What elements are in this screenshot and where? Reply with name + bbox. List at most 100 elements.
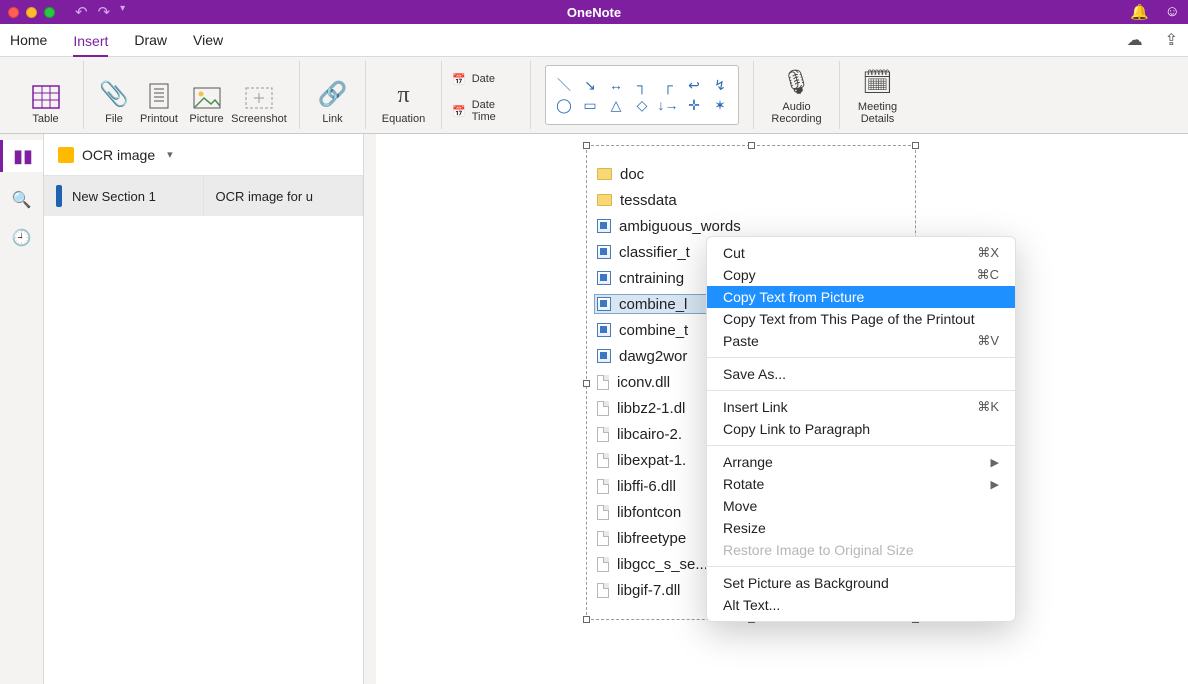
page-canvas[interactable]: doctessdataambiguous_wordsclassifier_tcn… — [364, 134, 1188, 684]
notebook-selector[interactable]: OCR image ▾ — [44, 134, 363, 176]
section-color-mark — [56, 185, 62, 207]
rail-search-button[interactable]: 🔍 — [12, 190, 32, 210]
equation-icon: π — [397, 82, 409, 109]
shape-curve-icon[interactable]: ↩ — [686, 77, 702, 93]
ribbon-screenshot-button[interactable]: Screenshot — [229, 87, 289, 125]
context-menu-item[interactable]: Alt Text... — [707, 594, 1015, 616]
section-tab[interactable]: New Section 1 — [44, 176, 204, 216]
ribbon-table-label: Table — [32, 113, 58, 125]
shape-cross-icon[interactable]: ✛ — [686, 97, 702, 113]
bell-icon[interactable]: 🔔 — [1130, 3, 1149, 21]
file-name: ambiguous_words — [619, 218, 741, 235]
exe-icon — [597, 349, 611, 363]
context-menu-item[interactable]: Paste⌘V — [707, 330, 1015, 352]
ribbon-file-button[interactable]: 📎 File — [94, 80, 134, 125]
shape-line-icon[interactable]: ＼ — [556, 77, 572, 93]
ribbon-audio-label2: Recording — [771, 113, 821, 125]
exe-icon — [597, 219, 611, 233]
resize-handle-ne[interactable] — [912, 142, 919, 149]
redo-icon[interactable]: ↷ — [98, 3, 111, 21]
context-menu-item[interactable]: Set Picture as Background — [707, 572, 1015, 594]
context-menu-label: Restore Image to Original Size — [723, 542, 914, 558]
shape-axis-icon[interactable]: ↓→ — [660, 97, 676, 113]
file-row: tessdata — [597, 190, 741, 210]
context-menu-label: Resize — [723, 520, 766, 536]
shapes-gallery[interactable]: ＼ ↘ ↔ ┐ ┌ ↩ ↯ ◯ ▭ △ ◇ ↓→ ✛ ✶ — [545, 65, 739, 125]
context-menu-item[interactable]: Copy⌘C — [707, 264, 1015, 286]
screenshot-icon — [245, 87, 273, 109]
shape-star-icon[interactable]: ✶ — [712, 97, 728, 113]
app-title: OneNote — [567, 5, 621, 20]
dll-icon — [597, 453, 609, 468]
context-menu-item[interactable]: Copy Text from This Page of the Printout — [707, 308, 1015, 330]
menu-insert[interactable]: Insert — [73, 33, 108, 57]
rail-notebooks-button[interactable]: ▮▮ — [0, 140, 43, 172]
ribbon-equation-button[interactable]: π Equation — [376, 82, 431, 125]
undo-icon[interactable]: ↶ — [75, 3, 88, 21]
resize-handle-n[interactable] — [748, 142, 755, 149]
share-icon[interactable]: ⇪ — [1165, 30, 1178, 50]
shape-double-arrow-icon[interactable]: ↔ — [608, 77, 624, 93]
page-tab[interactable]: OCR image for u — [204, 176, 364, 216]
ribbon-screenshot-label: Screenshot — [231, 113, 287, 125]
close-window-button[interactable] — [8, 7, 19, 18]
smile-icon[interactable]: ☺ — [1165, 3, 1180, 21]
context-menu-item[interactable]: Move — [707, 495, 1015, 517]
context-menu-item[interactable]: Copy Link to Paragraph — [707, 418, 1015, 440]
ribbon-audio-button[interactable]: 🎙 Audio Recording — [764, 68, 829, 125]
notebooks-icon: ▮▮ — [13, 146, 33, 167]
shape-ellipse-icon[interactable]: ◯ — [556, 97, 572, 113]
ribbon-picture-button[interactable]: Picture — [184, 87, 229, 125]
context-menu-label: Set Picture as Background — [723, 575, 889, 591]
menu-draw[interactable]: Draw — [134, 32, 167, 48]
context-menu-label: Move — [723, 498, 757, 514]
ribbon-meeting-button[interactable]: 🗓 Meeting Details — [850, 68, 905, 125]
file-row: doc — [597, 164, 741, 184]
ribbon-table-button[interactable]: Table — [18, 85, 73, 125]
shape-arrow-icon[interactable]: ↘ — [582, 77, 598, 93]
chevron-down-icon: ▾ — [167, 148, 173, 161]
shape-elbow-icon[interactable]: ┐ — [634, 77, 650, 93]
file-name: libbz2-1.dl — [617, 400, 685, 417]
context-menu-item[interactable]: Insert Link⌘K — [707, 396, 1015, 418]
menu-view[interactable]: View — [193, 32, 223, 48]
paperclip-icon: 📎 — [99, 80, 129, 109]
file-name: libcairo-2. — [617, 426, 682, 443]
context-menu-item[interactable]: Copy Text from Picture — [707, 286, 1015, 308]
shape-elbow2-icon[interactable]: ┌ — [660, 77, 676, 93]
shape-diamond-icon[interactable]: ◇ — [634, 97, 650, 113]
submenu-arrow-icon: ▶ — [991, 478, 999, 491]
resize-handle-sw[interactable] — [583, 616, 590, 623]
maximize-window-button[interactable] — [44, 7, 55, 18]
calendar-icon: 🗓 — [862, 68, 892, 97]
ribbon-datetime-button[interactable]: 📅 Date Time — [452, 100, 520, 122]
exe-icon — [597, 323, 611, 337]
context-menu-item[interactable]: Save As... — [707, 363, 1015, 385]
file-name: classifier_t — [619, 244, 690, 261]
file-name: iconv.dll — [617, 374, 670, 391]
ribbon-printout-label: Printout — [140, 113, 178, 125]
context-menu-item[interactable]: Rotate▶ — [707, 473, 1015, 495]
resize-handle-nw[interactable] — [583, 142, 590, 149]
cloud-sync-icon[interactable]: ☁ — [1127, 30, 1143, 50]
context-menu-item[interactable]: Resize — [707, 517, 1015, 539]
minimize-window-button[interactable] — [26, 7, 37, 18]
ribbon-date-button[interactable]: 📅 Date — [452, 68, 520, 90]
file-name: combine_l — [619, 296, 687, 313]
ribbon-meeting-label1: Meeting — [858, 101, 897, 113]
shape-triangle-icon[interactable]: △ — [608, 97, 624, 113]
ribbon-printout-button[interactable]: Printout — [134, 83, 184, 125]
resize-handle-w[interactable] — [583, 380, 590, 387]
rail-recent-button[interactable]: 🕘 — [12, 228, 32, 248]
context-menu-item[interactable]: Cut⌘X — [707, 242, 1015, 264]
page-paper[interactable]: doctessdataambiguous_wordsclassifier_tcn… — [376, 134, 1188, 684]
ribbon-link-button[interactable]: 🔗 Link — [310, 80, 355, 125]
context-menu-label: Cut — [723, 245, 745, 261]
shape-rect-icon[interactable]: ▭ — [582, 97, 598, 113]
title-dropdown-icon[interactable]: ▾ — [120, 3, 125, 21]
ribbon-meeting-label2: Details — [861, 113, 895, 125]
shape-zigzag-icon[interactable]: ↯ — [712, 77, 728, 93]
context-menu-item[interactable]: Arrange▶ — [707, 451, 1015, 473]
file-name: libgif-7.dll — [617, 582, 680, 599]
menu-home[interactable]: Home — [10, 32, 47, 48]
